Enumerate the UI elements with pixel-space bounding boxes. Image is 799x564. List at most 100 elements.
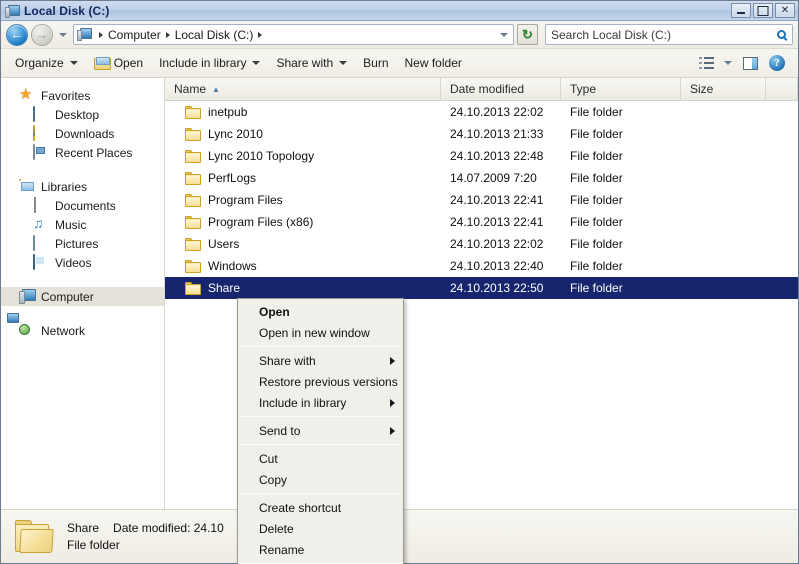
sidebar-item-desktop[interactable]: Desktop [1, 105, 164, 124]
forward-button[interactable]: → [31, 23, 53, 46]
minimize-button[interactable] [731, 3, 751, 18]
table-row[interactable]: Lync 2010 Topology 24.10.2013 22:48 File… [165, 145, 798, 167]
refresh-button[interactable]: ↻ [517, 24, 538, 45]
address-history-button[interactable] [496, 25, 511, 44]
recent-pages-button[interactable] [56, 24, 70, 46]
sidebar-item-recent-places[interactable]: Recent Places [1, 143, 164, 162]
context-menu-item-create-shortcut[interactable]: Create shortcut [238, 497, 403, 518]
toolbar-include-in-library-button[interactable]: Include in library [151, 52, 268, 74]
context-menu-item-rename[interactable]: Rename [238, 539, 403, 560]
search-input[interactable] [551, 27, 772, 42]
sidebar-item-pictures[interactable]: Pictures [1, 234, 164, 253]
sidebar-item-favorites[interactable]: ★ Favorites [1, 86, 164, 105]
context-menu-item-cut[interactable]: Cut [238, 448, 403, 469]
context-menu-item-open[interactable]: Open [238, 301, 403, 322]
toolbar-new-folder-button[interactable]: New folder [397, 52, 470, 74]
context-menu-item-include-in-library[interactable]: Include in library [238, 392, 403, 413]
refresh-icon: ↻ [522, 27, 533, 42]
chevron-down-icon [339, 61, 348, 65]
file-type-cell: File folder [570, 127, 623, 141]
file-name-cell: Users [165, 237, 441, 251]
close-button[interactable]: ✕ [775, 3, 795, 18]
breadcrumb-chevron-icon[interactable] [165, 31, 170, 38]
column-header-filler[interactable] [766, 78, 798, 100]
context-menu-label-copy: Copy [259, 472, 288, 487]
file-date-cell: 24.10.2013 21:33 [450, 127, 544, 141]
toolbar-share-with-label: Share with [276, 56, 334, 70]
sidebar-label-videos: Videos [55, 255, 92, 270]
navigation-bar: ← → Computer Local Disk (C:) ↻ [1, 21, 798, 49]
search-box[interactable] [545, 24, 793, 45]
sidebar-item-libraries[interactable]: Libraries [1, 177, 164, 196]
context-menu[interactable]: Open Open in new window Share with Resto… [237, 298, 404, 564]
folder-icon [185, 237, 201, 251]
chevron-down-icon [69, 61, 78, 65]
folder-icon [185, 215, 201, 229]
nav-group-favorites: ★ Favorites Desktop Downloads Recent Pla… [1, 86, 164, 162]
maximize-button[interactable] [753, 3, 773, 18]
search-button[interactable] [772, 25, 791, 44]
address-bar[interactable]: Computer Local Disk (C:) [73, 24, 514, 45]
change-view-dropdown[interactable] [720, 52, 736, 74]
context-menu-label-create-shortcut: Create shortcut [259, 500, 342, 515]
table-row-selected[interactable]: Share 24.10.2013 22:50 File folder [165, 277, 798, 299]
file-name-cell: Program Files [165, 193, 441, 207]
file-name-cell: PerfLogs [165, 171, 441, 185]
breadcrumb-item-local-disk[interactable]: Local Disk (C:) [175, 28, 254, 42]
toolbar-share-with-button[interactable]: Share with [268, 52, 355, 74]
table-row[interactable]: Users 24.10.2013 22:02 File folder [165, 233, 798, 255]
change-view-button[interactable] [693, 52, 719, 74]
preview-pane-button[interactable] [737, 52, 763, 74]
file-name: inetpub [208, 105, 248, 119]
column-header-date-modified[interactable]: Date modified [441, 78, 561, 100]
back-button[interactable]: ← [6, 23, 28, 46]
toolbar-organize-button[interactable]: Organize [7, 52, 86, 74]
breadcrumb-chevron-icon[interactable] [258, 31, 263, 38]
column-header-type[interactable]: Type [561, 78, 681, 100]
table-row[interactable]: Program Files (x86) 24.10.2013 22:41 Fil… [165, 211, 798, 233]
file-date-cell: 24.10.2013 22:41 [450, 215, 544, 229]
context-menu-item-copy[interactable]: Copy [238, 469, 403, 490]
preview-pane-icon [742, 56, 758, 70]
sidebar-label-downloads: Downloads [55, 126, 115, 141]
toolbar-open-button[interactable]: Open [86, 52, 151, 74]
sidebar-item-computer[interactable]: Computer [1, 287, 164, 306]
context-menu-item-share-with[interactable]: Share with [238, 350, 403, 371]
sidebar-item-documents[interactable]: Documents [1, 196, 164, 215]
toolbar-burn-label: Burn [363, 56, 389, 70]
table-row[interactable]: Lync 2010 24.10.2013 21:33 File folder [165, 123, 798, 145]
table-row[interactable]: Windows 24.10.2013 22:40 File folder [165, 255, 798, 277]
context-menu-item-send-to[interactable]: Send to [238, 420, 403, 441]
context-menu-item-delete[interactable]: Delete [238, 518, 403, 539]
context-menu-separator [240, 493, 401, 494]
sidebar-item-downloads[interactable]: Downloads [1, 124, 164, 143]
table-row[interactable]: Program Files 24.10.2013 22:41 File fold… [165, 189, 798, 211]
file-type-cell: File folder [570, 149, 623, 163]
help-button[interactable]: ? [764, 52, 790, 74]
column-label-size: Size [690, 82, 714, 96]
sidebar-item-music[interactable]: ♫ Music [1, 215, 164, 234]
sidebar-item-network[interactable]: Network [1, 321, 164, 340]
sidebar-item-videos[interactable]: Videos [1, 253, 164, 272]
large-folder-icon [13, 517, 57, 557]
breadcrumb-chevron-icon[interactable] [99, 31, 103, 38]
file-type-cell: File folder [570, 215, 623, 229]
file-type-cell: File folder [570, 259, 623, 273]
context-menu-item-restore-previous-versions[interactable]: Restore previous versions [238, 371, 403, 392]
toolbar-view-controls: ? [693, 52, 792, 74]
breadcrumb-item-computer[interactable]: Computer [108, 28, 161, 42]
table-row[interactable]: PerfLogs 14.07.2009 7:20 File folder [165, 167, 798, 189]
pictures-icon [33, 234, 49, 252]
table-row[interactable]: inetpub 24.10.2013 22:02 File folder [165, 101, 798, 123]
file-name: Users [208, 237, 240, 251]
folder-icon [185, 281, 201, 295]
file-date-cell: 24.10.2013 22:40 [450, 259, 544, 273]
toolbar-burn-button[interactable]: Burn [355, 52, 396, 74]
context-menu-item-open-in-new-window[interactable]: Open in new window [238, 322, 403, 343]
chevron-down-icon [499, 32, 508, 37]
context-menu-label-rename: Rename [259, 542, 305, 557]
submenu-arrow-icon [390, 398, 395, 407]
column-header-name[interactable]: Name ▲ [165, 78, 441, 100]
column-header-size[interactable]: Size [681, 78, 766, 100]
